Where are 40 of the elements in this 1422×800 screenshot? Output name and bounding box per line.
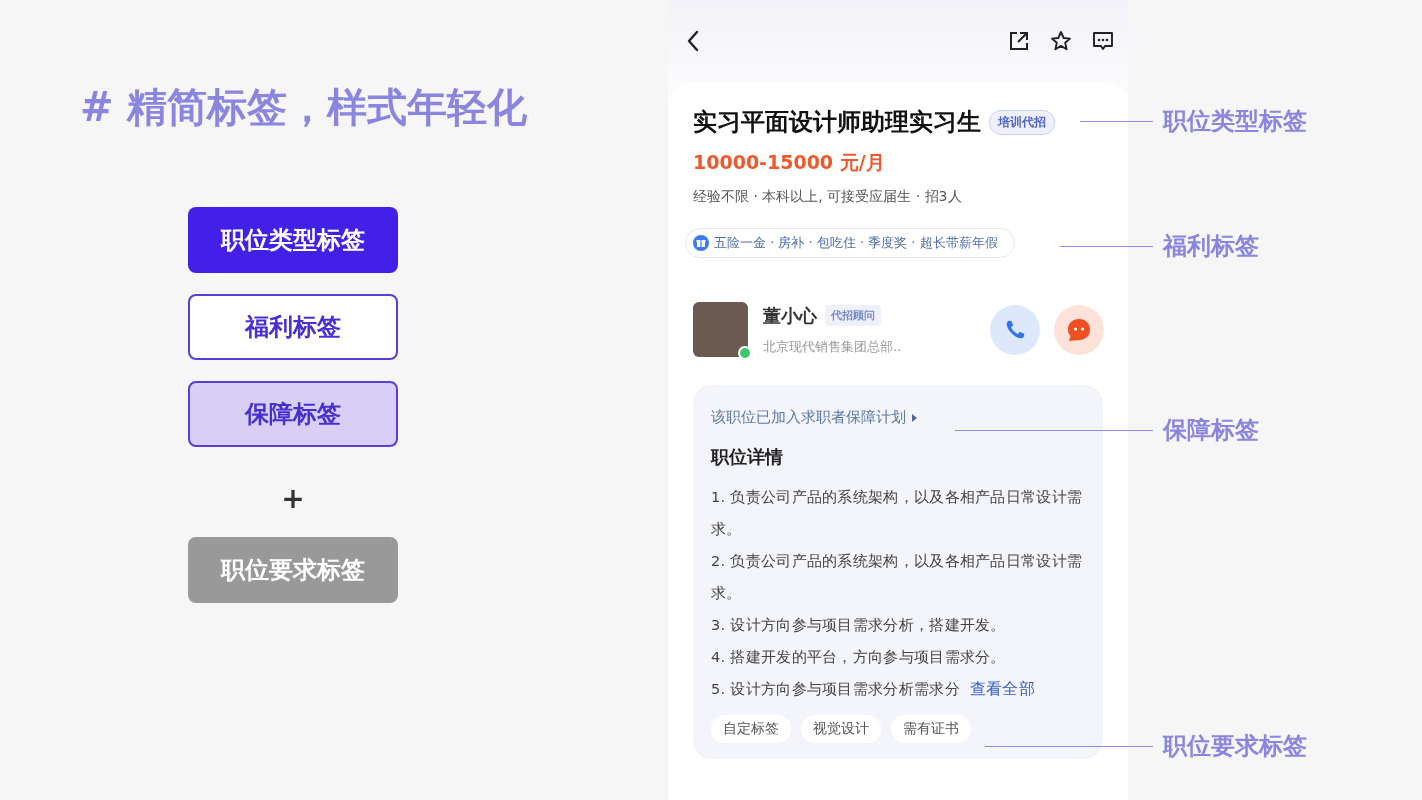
benefits-text: 五险一金 · 房补 · 包吃住 · 季度奖 · 超长带薪年假 <box>714 234 998 252</box>
chat-button[interactable] <box>1054 304 1104 355</box>
plus-sign: + <box>281 482 305 515</box>
role-tag: 代招顾问 <box>825 305 881 326</box>
photo-placeholder <box>693 302 748 357</box>
legend-tag: 职位要求标签 <box>188 537 398 603</box>
phone-icon <box>1004 318 1026 341</box>
salary: 10000-15000 元/月 <box>693 150 886 175</box>
back-icon[interactable] <box>686 30 700 52</box>
share-icon[interactable] <box>1008 30 1030 52</box>
detail-line: 5. 设计方向参与项目需求分析需求分 <box>711 680 960 699</box>
message-icon[interactable] <box>1092 30 1114 52</box>
callout-label: 保障标签 <box>1163 415 1259 446</box>
guarantee-link[interactable]: 该职位已加入求职者保障计划 <box>711 408 917 427</box>
detail-line: 3. 设计方向参与项目需求分析，搭建开发。 <box>711 616 1006 635</box>
callout-label: 福利标签 <box>1163 231 1259 262</box>
details-heading: 职位详情 <box>711 445 784 469</box>
call-button[interactable] <box>990 304 1040 355</box>
requirement-tag: 视觉设计 <box>801 715 881 743</box>
callout-label: 职位要求标签 <box>1163 731 1307 762</box>
detail-line: 2. 负责公司产品的系统架构，以及各相产品日常设计需求。 <box>711 552 1084 603</box>
job-title: 实习平面设计师助理实习生 <box>693 107 981 138</box>
slide-title: # 精简标签，样式年轻化 <box>80 83 529 132</box>
legend-tag: 福利标签 <box>188 294 398 360</box>
company-name: 北京现代销售集团总部.. <box>763 337 903 356</box>
requirement-tag: 需有证书 <box>891 715 971 743</box>
detail-line: 4. 搭建开发的平台，方向参与项目需求分。 <box>711 648 1006 667</box>
recruiter-name: 董小心 <box>763 303 817 328</box>
requirement-tag: 自定标签 <box>711 715 791 743</box>
chat-bubble-icon <box>1066 316 1092 343</box>
caret-icon <box>912 413 917 422</box>
detail-line: 1. 负责公司产品的系统架构，以及各相产品日常设计需求。 <box>711 488 1084 539</box>
legend-tag: 职位类型标签 <box>188 207 398 273</box>
callout-label: 职位类型标签 <box>1163 106 1307 137</box>
star-icon[interactable] <box>1050 30 1072 52</box>
legend-tag: 保障标签 <box>188 381 398 447</box>
view-all-link[interactable]: 查看全部 <box>969 673 1036 705</box>
requirements-text: 经验不限 · 本科以上, 可接受应届生 · 招3人 <box>693 188 962 206</box>
gift-icon <box>693 235 709 251</box>
job-type-tag: 培训代招 <box>989 109 1055 135</box>
